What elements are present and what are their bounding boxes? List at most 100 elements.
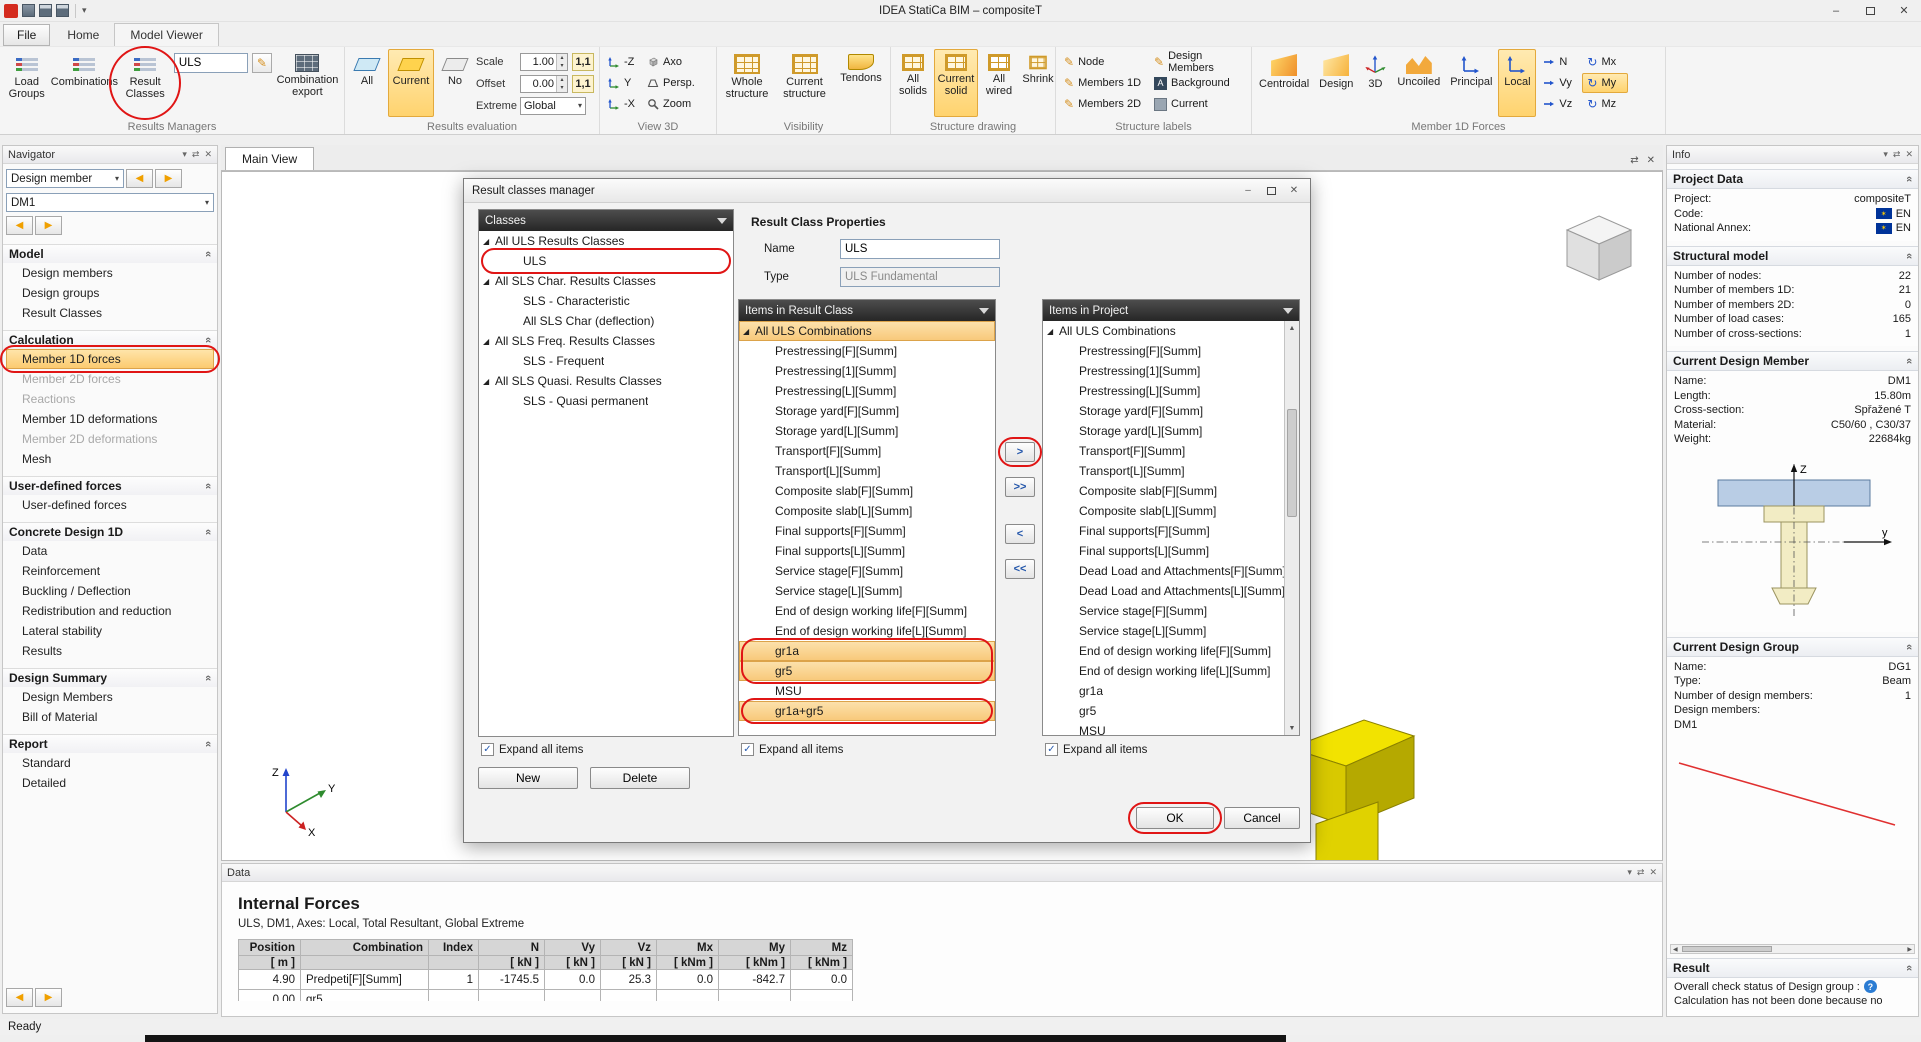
tab-model-viewer[interactable]: Model Viewer [114, 23, 218, 46]
cancel-button[interactable]: Cancel [1224, 807, 1300, 829]
current-structure-button[interactable]: Current structure [776, 49, 833, 117]
previous-item-button[interactable]: ◀ [6, 216, 33, 235]
all-wired-button[interactable]: All wired [980, 49, 1018, 117]
sidebar-item-design-members[interactable]: Design members [6, 263, 214, 283]
move-left-button[interactable]: < [1005, 524, 1035, 544]
list-item-prestressing-f-summ[interactable]: Prestressing[F][Summ] [1043, 341, 1284, 361]
list-item-gr5[interactable]: gr5 [739, 661, 995, 681]
panel-menu-icon[interactable]: ▾ [1627, 867, 1632, 878]
list-item-composite-slab-f-summ[interactable]: Composite slab[F][Summ] [739, 481, 995, 501]
evaluate-no-button[interactable]: No [436, 49, 474, 117]
dialog-minimize-button[interactable]: – [1240, 183, 1256, 198]
view-minus-z-button[interactable]: -Z [603, 52, 640, 72]
panel-menu-icon[interactable]: ▾ [1883, 149, 1888, 160]
tree-expander-icon[interactable]: ◢ [1047, 327, 1059, 336]
scroll-down-icon[interactable]: ▼ [1289, 721, 1296, 735]
label-members-2d-toggle[interactable]: ✎Members 2D [1059, 94, 1147, 114]
uncoiled-button[interactable]: Uncoiled [1393, 49, 1444, 117]
current-design-group-header[interactable]: Current Design Group « [1667, 637, 1918, 657]
list-item-uls[interactable]: ULS [479, 251, 733, 271]
sidebar-item-redistribution-and-reduction[interactable]: Redistribution and reduction [6, 601, 214, 621]
list-item-final-supports-f-summ[interactable]: Final supports[F][Summ] [1043, 521, 1284, 541]
moment-mz-toggle[interactable]: ↻Mz [1582, 94, 1628, 114]
view-cube[interactable] [1557, 206, 1641, 290]
class-name-input[interactable] [840, 239, 1000, 259]
filter-icon[interactable] [979, 308, 989, 314]
list-item-end-of-design-working-life-f-summ[interactable]: End of design working life[F][Summ] [739, 601, 995, 621]
moment-my-toggle[interactable]: ↻My [1582, 73, 1628, 93]
sidebar-item-lateral-stability[interactable]: Lateral stability [6, 621, 214, 641]
label-node-toggle[interactable]: ✎Node [1059, 52, 1147, 72]
scrollbar-thumb[interactable] [1682, 946, 1772, 952]
panel-menu-icon[interactable]: ▾ [182, 149, 187, 160]
list-item-prestressing-f-summ[interactable]: Prestressing[F][Summ] [739, 341, 995, 361]
nav-section-concrete-design-1d[interactable]: Concrete Design 1D« [3, 522, 217, 541]
label-members-1d-toggle[interactable]: ✎Members 1D [1059, 73, 1147, 93]
sidebar-item-bill-of-material[interactable]: Bill of Material [6, 707, 214, 727]
nav-section-report[interactable]: Report« [3, 734, 217, 753]
previous-member-button[interactable]: ◀ [126, 169, 153, 188]
list-item-all-sls-freq-results-classes[interactable]: ◢All SLS Freq. Results Classes [479, 331, 733, 351]
whole-structure-button[interactable]: Whole structure [720, 49, 774, 117]
spinner-arrows-icon[interactable]: ▴▾ [556, 54, 567, 70]
ok-button[interactable]: OK [1136, 807, 1214, 829]
list-item-service-stage-f-summ[interactable]: Service stage[F][Summ] [739, 561, 995, 581]
view-close-icon[interactable]: ✕ [1647, 155, 1655, 166]
sidebar-item-user-defined-forces[interactable]: User-defined forces [6, 495, 214, 515]
list-item-all-sls-quasi-results-classes[interactable]: ◢All SLS Quasi. Results Classes [479, 371, 733, 391]
dialog-close-button[interactable]: ✕ [1286, 183, 1302, 198]
list-item-service-stage-l-summ[interactable]: Service stage[L][Summ] [739, 581, 995, 601]
list-item-msu[interactable]: MSU [1043, 721, 1284, 735]
new-file-icon[interactable] [22, 4, 35, 17]
nav-section-user-defined-forces[interactable]: User-defined forces« [3, 476, 217, 495]
minimize-button[interactable]: – [1819, 0, 1853, 21]
list-item-transport-f-summ[interactable]: Transport[F][Summ] [1043, 441, 1284, 461]
maximize-button[interactable] [1853, 0, 1887, 21]
design-button[interactable]: Design [1315, 49, 1357, 117]
list-item-msu[interactable]: MSU [739, 681, 995, 701]
view-minus-x-button[interactable]: -X [603, 94, 640, 114]
list-item-final-supports-f-summ[interactable]: Final supports[F][Summ] [739, 521, 995, 541]
list-item-all-uls-results-classes[interactable]: ◢All ULS Results Classes [479, 231, 733, 251]
list-item-composite-slab-f-summ[interactable]: Composite slab[F][Summ] [1043, 481, 1284, 501]
force-vy-toggle[interactable]: Vy [1538, 73, 1580, 93]
app-icon[interactable] [4, 4, 18, 18]
edit-result-class-button[interactable]: ✎ [252, 53, 272, 73]
view-persp-button[interactable]: Persp. [642, 73, 700, 93]
panel-pin-icon[interactable]: ⇄ [1893, 149, 1901, 160]
list-item-sls-characteristic[interactable]: SLS - Characteristic [479, 291, 733, 311]
spinner-arrows-icon[interactable]: ▴▾ [556, 76, 567, 92]
list-item-gr5[interactable]: gr5 [1043, 701, 1284, 721]
table-row[interactable]: 0.00gr5 [239, 990, 853, 1002]
next-member-button[interactable]: ▶ [155, 169, 182, 188]
list-item-prestressing-l-summ[interactable]: Prestressing[L][Summ] [739, 381, 995, 401]
list-item-gr1a-gr5[interactable]: gr1a+gr5 [739, 701, 995, 721]
tree-expander-icon[interactable]: ◢ [483, 377, 495, 386]
evaluate-current-button[interactable]: Current [388, 49, 434, 117]
sidebar-item-buckling-deflection[interactable]: Buckling / Deflection [6, 581, 214, 601]
move-right-button[interactable]: > [1005, 442, 1035, 462]
sidebar-item-mesh[interactable]: Mesh [6, 449, 214, 469]
dialog-maximize-button[interactable] [1263, 183, 1279, 198]
scroll-right-icon[interactable]: ▶ [1905, 946, 1914, 953]
list-item-storage-yard-f-summ[interactable]: Storage yard[F][Summ] [1043, 401, 1284, 421]
new-button[interactable]: New [478, 767, 578, 789]
table-row[interactable]: 4.90Predpeti[F][Summ]1-1745.50.025.30.0-… [239, 970, 853, 990]
sidebar-item-reactions[interactable]: Reactions [6, 389, 214, 409]
list-item-dead-load-and-attachments-l-summ[interactable]: Dead Load and Attachments[L][Summ] [1043, 581, 1284, 601]
expand-all-classes-checkbox[interactable]: ✓ Expand all items [481, 743, 583, 756]
list-item-gr1a[interactable]: gr1a [739, 641, 995, 661]
next-page-button[interactable]: ▶ [35, 988, 62, 1007]
dock-pin-icon[interactable]: ⇄ [1630, 155, 1638, 166]
combinations-button[interactable]: Combinations [52, 49, 116, 117]
list-item-final-supports-l-summ[interactable]: Final supports[L][Summ] [739, 541, 995, 561]
list-item-transport-l-summ[interactable]: Transport[L][Summ] [739, 461, 995, 481]
close-button[interactable]: ✕ [1887, 0, 1921, 21]
list-item-transport-f-summ[interactable]: Transport[F][Summ] [739, 441, 995, 461]
moment-mx-toggle[interactable]: ↻Mx [1582, 52, 1628, 72]
sidebar-item-member-2d-deformations[interactable]: Member 2D deformations [6, 429, 214, 449]
expand-all-project-items-checkbox[interactable]: ✓ Expand all items [1045, 743, 1147, 756]
scope-select[interactable]: Design member ▾ [6, 169, 124, 188]
list-item-end-of-design-working-life-l-summ[interactable]: End of design working life[L][Summ] [1043, 661, 1284, 681]
scroll-left-icon[interactable]: ◀ [1671, 946, 1680, 953]
